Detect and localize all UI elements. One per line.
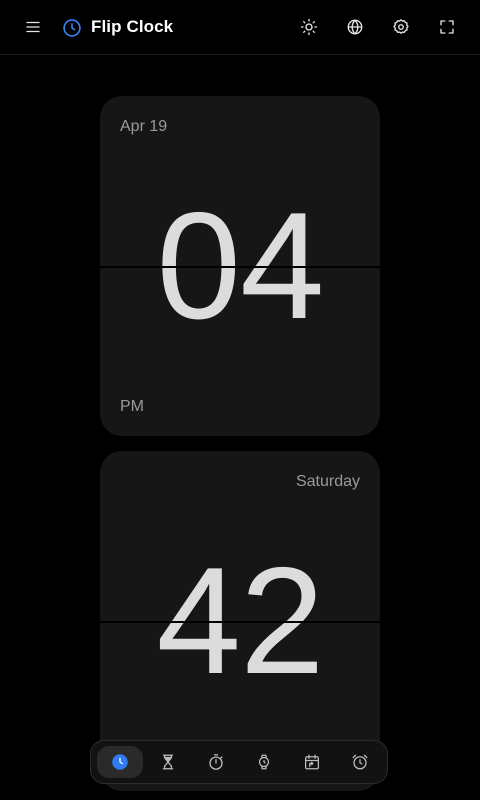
nav-stopwatch[interactable] [193, 746, 239, 778]
flip-divider [100, 621, 380, 623]
app-header: Flip Clock [0, 0, 480, 55]
nav-clock[interactable] [97, 746, 143, 778]
nav-calendar[interactable] [289, 746, 335, 778]
globe-icon [347, 19, 363, 35]
hour-flip-card: Apr 19 04 PM [100, 96, 380, 436]
stopwatch-icon [209, 754, 223, 770]
language-button[interactable] [340, 12, 370, 42]
menu-icon [26, 21, 40, 33]
theme-toggle-button[interactable] [294, 12, 324, 42]
nav-alarm[interactable] [337, 746, 383, 778]
date-label: Apr 19 [120, 118, 168, 135]
clock-logo-icon [62, 18, 82, 38]
am-pm-label: PM [120, 398, 144, 415]
mode-nav-bar [90, 740, 388, 784]
clock-icon [112, 754, 128, 770]
fullscreen-button[interactable] [432, 12, 462, 42]
calendar-arrow-icon [304, 754, 320, 770]
menu-button[interactable] [18, 12, 48, 42]
weekday-label: Saturday [295, 473, 360, 490]
alarm-clock-icon [352, 754, 368, 770]
hourglass-icon [162, 754, 174, 770]
app-title: Flip Clock [91, 17, 174, 36]
gear-icon [393, 19, 409, 34]
nav-timer[interactable] [145, 746, 191, 778]
flip-divider [100, 266, 380, 268]
fullscreen-icon [440, 20, 454, 34]
sun-icon [300, 18, 318, 36]
nav-watch[interactable] [241, 746, 287, 778]
watch-icon [258, 754, 270, 770]
settings-button[interactable] [386, 12, 416, 42]
